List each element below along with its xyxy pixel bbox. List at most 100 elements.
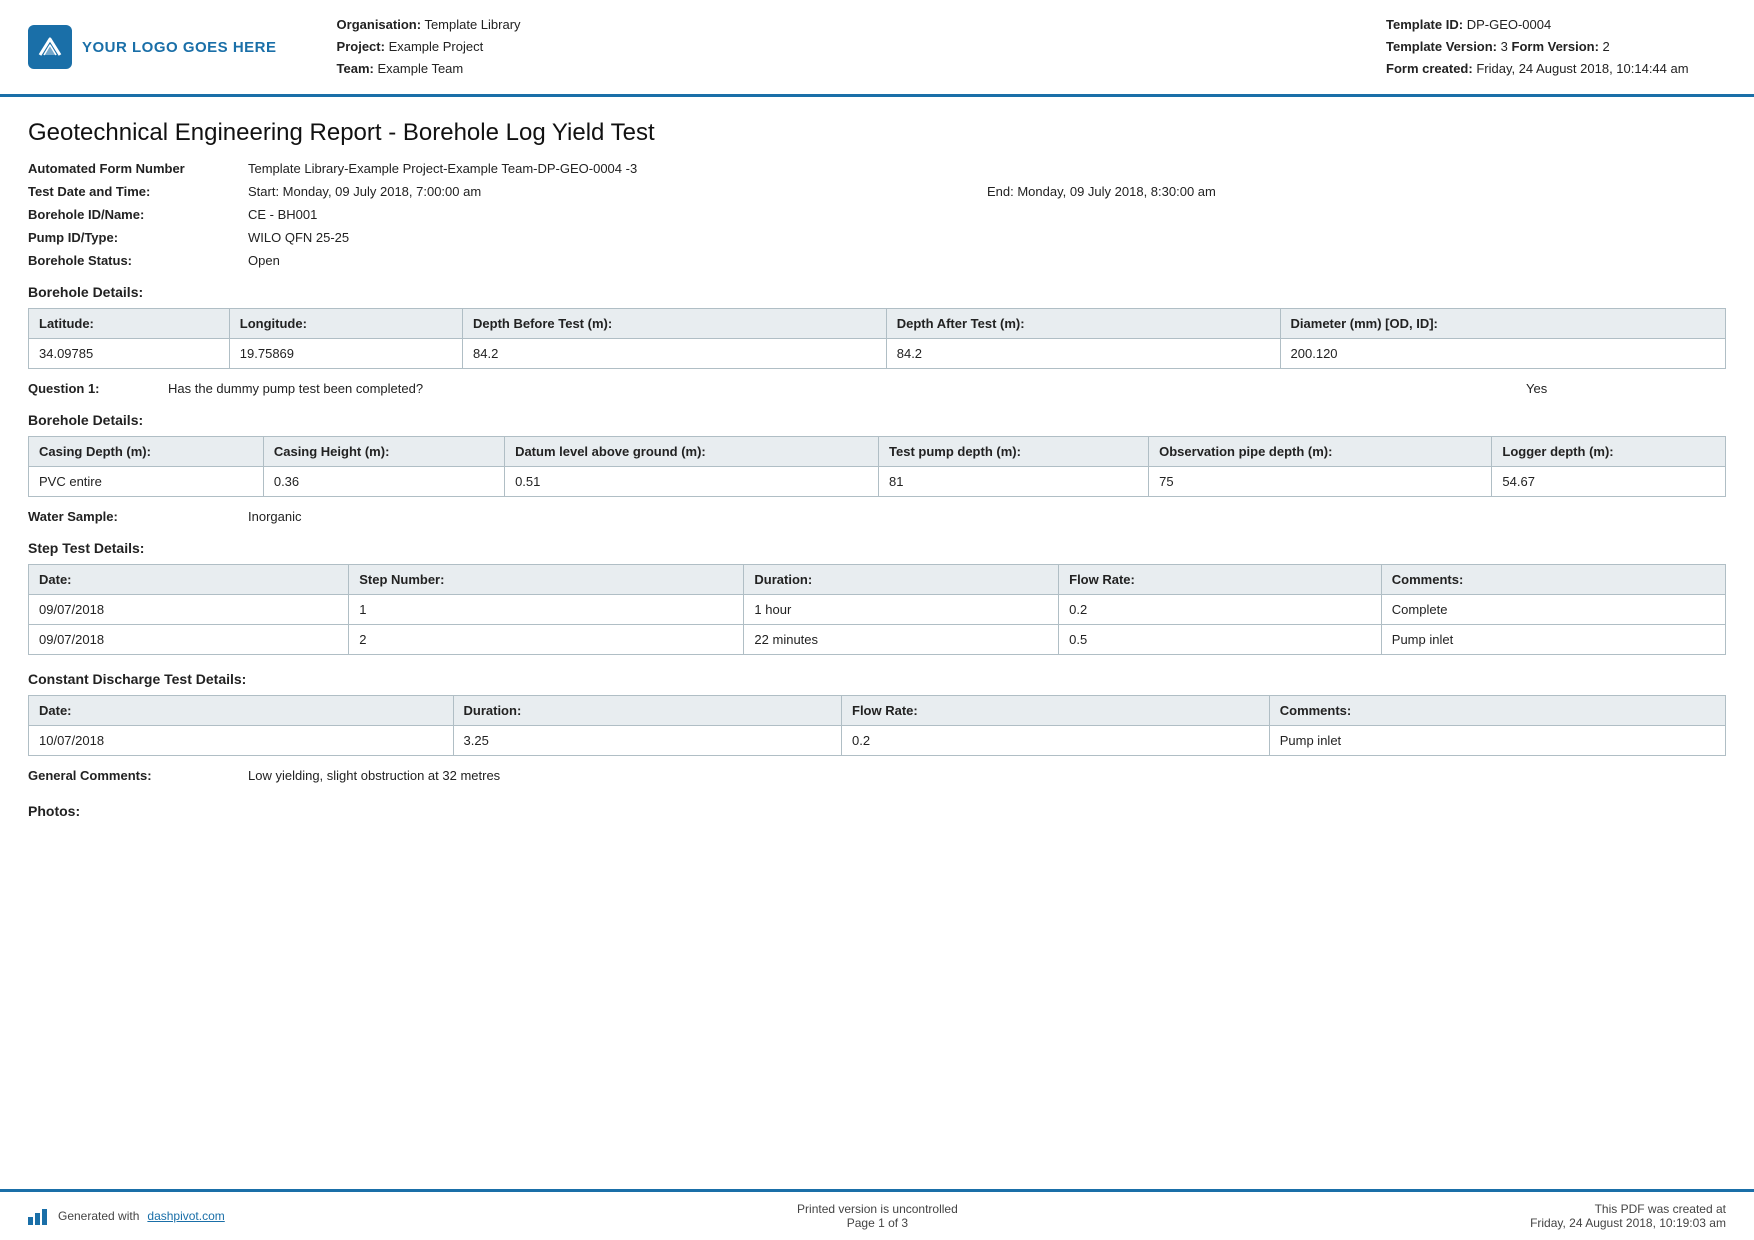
cell-logger-depth: 54.67 [1492, 467, 1726, 497]
step-test-table: Date: Step Number: Duration: Flow Rate: … [28, 564, 1726, 655]
form-created-label: Form created: [1386, 61, 1473, 76]
automated-form-value: Template Library-Example Project-Example… [248, 161, 1726, 176]
report-title: Geotechnical Engineering Report - Boreho… [28, 119, 1726, 147]
cell-comments-1: Complete [1381, 595, 1725, 625]
logo-icon [28, 25, 72, 69]
col-casing-depth: Casing Depth (m): [29, 437, 264, 467]
cell-date-2: 09/07/2018 [29, 625, 349, 655]
col-cd-flow-rate: Flow Rate: [842, 696, 1270, 726]
col-longitude: Longitude: [229, 309, 462, 339]
borehole-details-1-header-row: Latitude: Longitude: Depth Before Test (… [29, 309, 1726, 339]
cell-step-2: 2 [349, 625, 744, 655]
borehole-id-row: Borehole ID/Name: CE - BH001 [28, 207, 1726, 222]
footer-right-line2: Friday, 24 August 2018, 10:19:03 am [1530, 1216, 1726, 1230]
borehole-status-row: Borehole Status: Open [28, 253, 1726, 268]
footer-logo-icon [28, 1205, 50, 1227]
water-sample-label: Water Sample: [28, 509, 248, 524]
col-logger-depth: Logger depth (m): [1492, 437, 1726, 467]
automated-form-row: Automated Form Number Template Library-E… [28, 161, 1726, 176]
cell-depth-after: 84.2 [886, 339, 1280, 369]
col-date: Date: [29, 565, 349, 595]
header-center: Organisation: Template Library Project: … [297, 14, 1366, 80]
col-step-number: Step Number: [349, 565, 744, 595]
col-cd-comments: Comments: [1269, 696, 1725, 726]
col-depth-after: Depth After Test (m): [886, 309, 1280, 339]
logo-section: YOUR LOGO GOES HERE [28, 14, 277, 80]
table-row: PVC entire 0.36 0.51 81 75 54.67 [29, 467, 1726, 497]
cell-diameter: 200.120 [1280, 339, 1725, 369]
cell-flow-1: 0.2 [1059, 595, 1382, 625]
cell-longitude: 19.75869 [229, 339, 462, 369]
borehole-id-label: Borehole ID/Name: [28, 207, 248, 222]
col-datum-level: Datum level above ground (m): [505, 437, 879, 467]
col-casing-height: Casing Height (m): [263, 437, 504, 467]
photos-label: Photos: [28, 803, 1726, 819]
cell-cd-date: 10/07/2018 [29, 726, 454, 756]
test-date-end: End: Monday, 09 July 2018, 8:30:00 am [987, 184, 1726, 199]
footer-center-line1: Printed version is uncontrolled [797, 1202, 958, 1216]
cell-step-1: 1 [349, 595, 744, 625]
borehole-details-1-table: Latitude: Longitude: Depth Before Test (… [28, 308, 1726, 369]
table-row: 34.09785 19.75869 84.2 84.2 200.120 [29, 339, 1726, 369]
col-cd-date: Date: [29, 696, 454, 726]
main-content: Geotechnical Engineering Report - Boreho… [0, 97, 1754, 1189]
test-date-row: Test Date and Time: Start: Monday, 09 Ju… [28, 184, 1726, 199]
question1-row: Question 1: Has the dummy pump test been… [28, 381, 1726, 396]
borehole-details-2-header-row: Casing Depth (m): Casing Height (m): Dat… [29, 437, 1726, 467]
header-right: Template ID: DP-GEO-0004 Template Versio… [1386, 14, 1726, 80]
constant-discharge-title: Constant Discharge Test Details: [28, 671, 1726, 687]
template-id-label: Template ID: [1386, 17, 1463, 32]
logo-text: YOUR LOGO GOES HERE [82, 39, 277, 56]
pump-id-value: WILO QFN 25-25 [248, 230, 1726, 245]
template-id-line: Template ID: DP-GEO-0004 [1386, 14, 1726, 36]
team-line: Team: Example Team [337, 58, 1366, 80]
cell-cd-duration: 3.25 [453, 726, 842, 756]
table-row: 09/07/2018 2 22 minutes 0.5 Pump inlet [29, 625, 1726, 655]
organisation-line: Organisation: Template Library [337, 14, 1366, 36]
page: YOUR LOGO GOES HERE Organisation: Templa… [0, 0, 1754, 1240]
cell-observation-pipe: 75 [1149, 467, 1492, 497]
header: YOUR LOGO GOES HERE Organisation: Templa… [0, 0, 1754, 97]
project-value: Example Project [389, 39, 484, 54]
footer-center: Printed version is uncontrolled Page 1 o… [797, 1202, 958, 1230]
automated-form-label: Automated Form Number [28, 161, 248, 176]
table-row: 09/07/2018 1 1 hour 0.2 Complete [29, 595, 1726, 625]
form-created-value: Friday, 24 August 2018, 10:14:44 am [1476, 61, 1688, 76]
general-comments-row: General Comments: Low yielding, slight o… [28, 768, 1726, 783]
step-test-header-row: Date: Step Number: Duration: Flow Rate: … [29, 565, 1726, 595]
cell-comments-2: Pump inlet [1381, 625, 1725, 655]
pump-id-row: Pump ID/Type: WILO QFN 25-25 [28, 230, 1726, 245]
footer-right: This PDF was created at Friday, 24 Augus… [1530, 1202, 1726, 1230]
col-test-pump-depth: Test pump depth (m): [879, 437, 1149, 467]
borehole-status-label: Borehole Status: [28, 253, 248, 268]
cell-depth-before: 84.2 [463, 339, 887, 369]
col-flow-rate: Flow Rate: [1059, 565, 1382, 595]
team-label: Team: [337, 61, 374, 76]
cell-latitude: 34.09785 [29, 339, 230, 369]
test-date-start: Start: Monday, 09 July 2018, 7:00:00 am [248, 184, 987, 199]
table-row: 10/07/2018 3.25 0.2 Pump inlet [29, 726, 1726, 756]
borehole-id-value: CE - BH001 [248, 207, 1726, 222]
col-duration: Duration: [744, 565, 1059, 595]
footer-link[interactable]: dashpivot.com [147, 1209, 224, 1223]
cell-casing-depth: PVC entire [29, 467, 264, 497]
cell-cd-flow-rate: 0.2 [842, 726, 1270, 756]
test-date-label: Test Date and Time: [28, 184, 248, 199]
version-line: Template Version: 3 Form Version: 2 [1386, 36, 1726, 58]
constant-discharge-header-row: Date: Duration: Flow Rate: Comments: [29, 696, 1726, 726]
project-line: Project: Example Project [337, 36, 1366, 58]
footer-right-line1: This PDF was created at [1530, 1202, 1726, 1216]
col-latitude: Latitude: [29, 309, 230, 339]
cell-flow-2: 0.5 [1059, 625, 1382, 655]
col-cd-duration: Duration: [453, 696, 842, 726]
borehole-details-1-title: Borehole Details: [28, 284, 1726, 300]
question1-answer: Yes [1526, 381, 1726, 396]
borehole-details-2-table: Casing Depth (m): Casing Height (m): Dat… [28, 436, 1726, 497]
borehole-status-value: Open [248, 253, 1726, 268]
cell-date-1: 09/07/2018 [29, 595, 349, 625]
template-id-value: DP-GEO-0004 [1467, 17, 1552, 32]
footer-left: Generated with dashpivot.com [28, 1205, 225, 1227]
footer-generated-text: Generated with [58, 1209, 139, 1223]
question1-text: Has the dummy pump test been completed? [168, 381, 1526, 396]
general-comments-label: General Comments: [28, 768, 248, 783]
